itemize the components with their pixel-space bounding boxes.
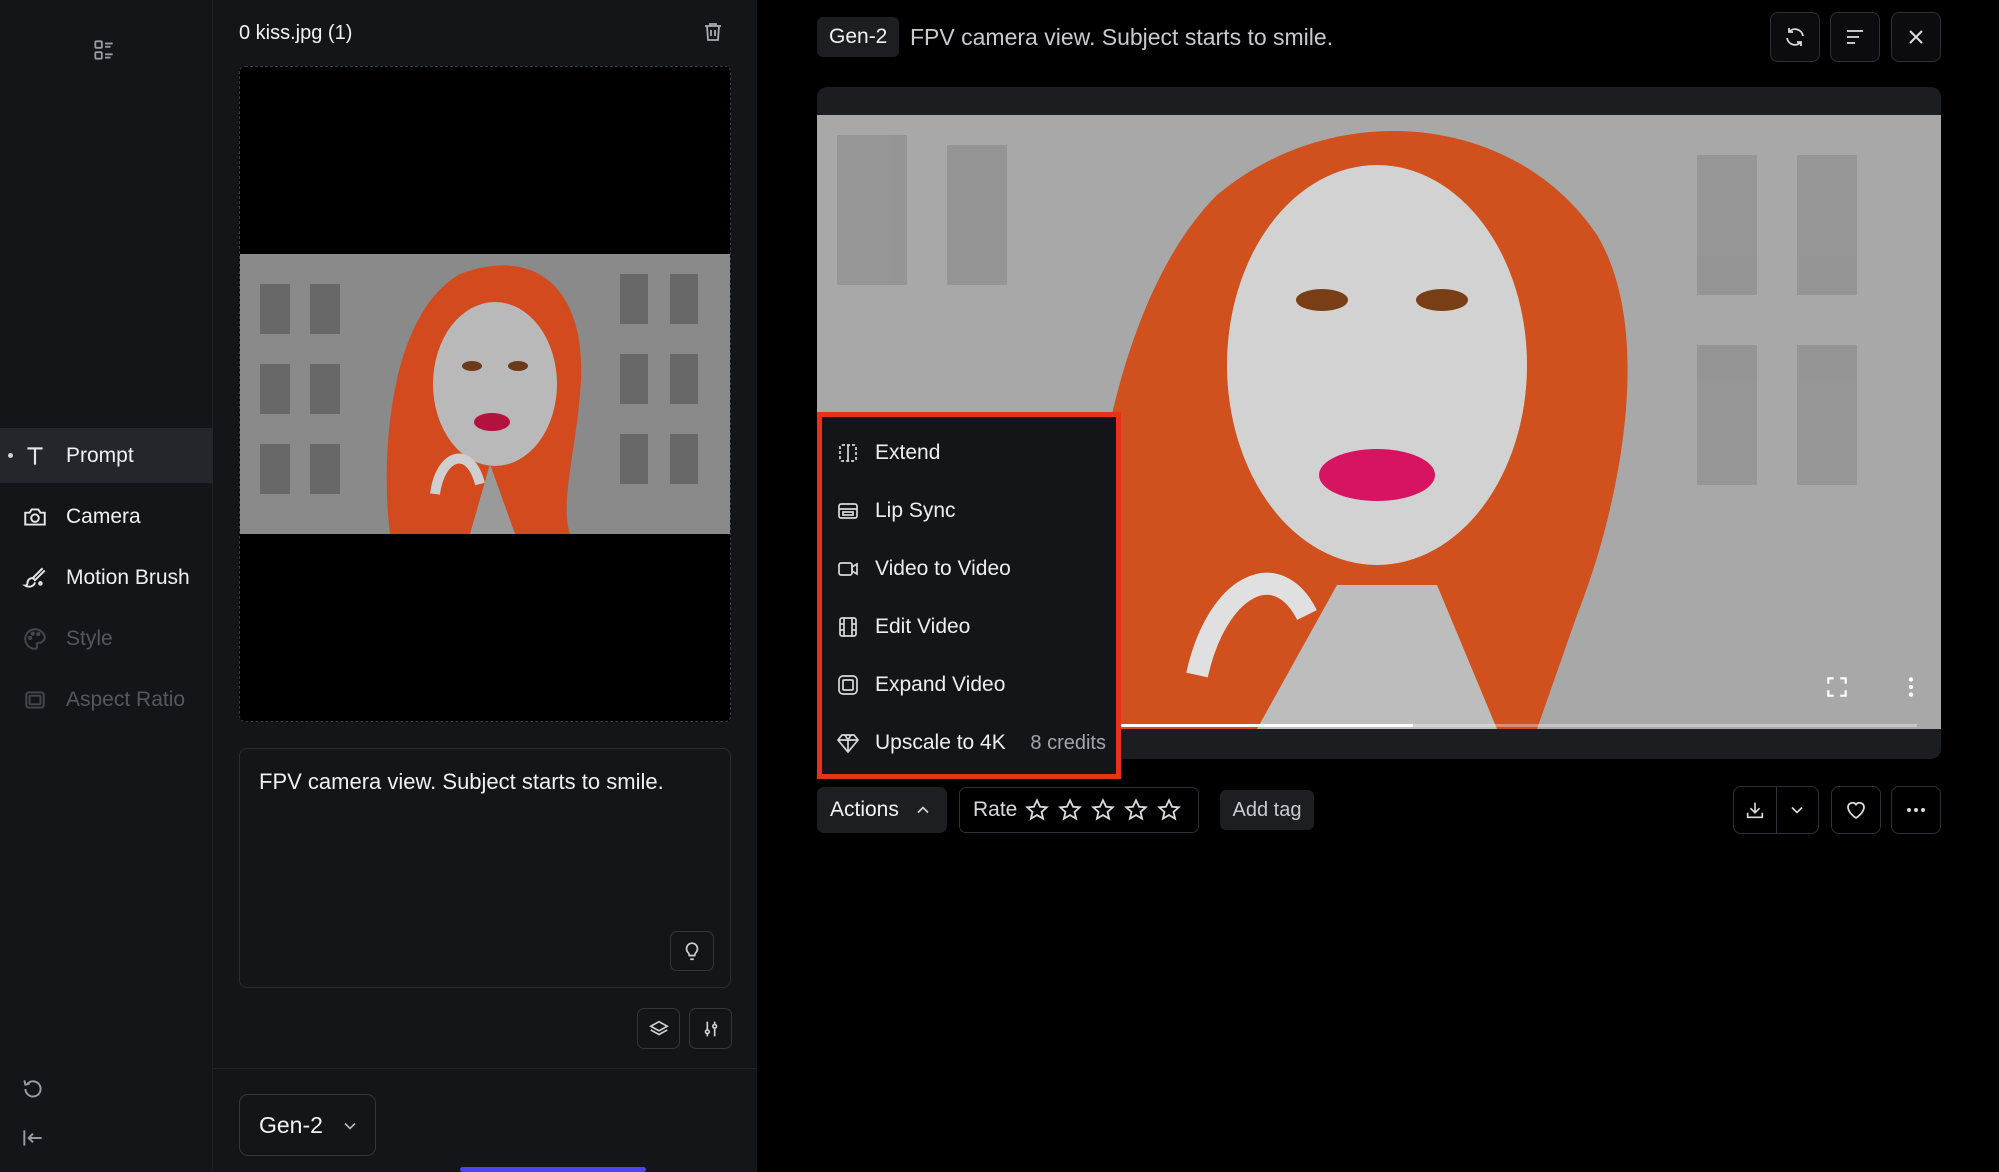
- menu-item-label: Video to Video: [875, 557, 1011, 580]
- model-select[interactable]: Gen-2: [239, 1094, 376, 1156]
- sidebar-item-label: Prompt: [66, 443, 134, 467]
- aspect-ratio-icon: [22, 687, 48, 713]
- layers-icon: [648, 1018, 670, 1040]
- actions-menu: Extend Lip Sync Video to Video Edit Vide…: [817, 412, 1121, 779]
- active-indicator: [8, 453, 13, 458]
- sidebar-item-label: Aspect Ratio: [66, 687, 186, 711]
- actions-label: Actions: [830, 798, 899, 821]
- menu-item-label: Extend: [875, 441, 941, 464]
- close-icon: [1904, 25, 1928, 49]
- star-icon[interactable]: [1090, 797, 1116, 823]
- actions-button[interactable]: Actions: [817, 787, 947, 833]
- sidebar-item-label: Motion Brush: [66, 565, 190, 589]
- menu-item-edit-video[interactable]: Edit Video: [836, 607, 1106, 647]
- layers-button[interactable]: [637, 1008, 680, 1049]
- chevron-up-icon: [913, 800, 933, 820]
- palette-icon: [22, 626, 48, 652]
- brush-icon: [22, 565, 48, 591]
- star-icon[interactable]: [1123, 797, 1149, 823]
- rate-label: Rate: [973, 798, 1018, 821]
- add-tag-button[interactable]: Add tag: [1220, 790, 1314, 830]
- lip-sync-icon: [836, 499, 860, 523]
- video-camera-icon: [836, 557, 860, 581]
- menu-item-label: Upscale to 4K: [875, 731, 1006, 754]
- model-select-value: Gen-2: [259, 1111, 323, 1138]
- sidebar-item-style[interactable]: Style: [0, 611, 213, 666]
- generate-button-edge[interactable]: [460, 1167, 646, 1172]
- lightbulb-icon: [681, 940, 703, 962]
- fullscreen-icon[interactable]: [1824, 674, 1850, 700]
- film-icon: [836, 615, 860, 639]
- sliders-icon: [700, 1018, 722, 1040]
- star-icon[interactable]: [1156, 797, 1182, 823]
- grid-list-icon[interactable]: [91, 37, 117, 63]
- menu-item-video-to-video[interactable]: Video to Video: [836, 549, 1106, 589]
- video-progress-fill: [1117, 724, 1413, 727]
- prompt-textarea[interactable]: FPV camera view. Subject starts to smile…: [239, 748, 731, 988]
- heart-icon: [1844, 798, 1868, 822]
- star-icon[interactable]: [1024, 797, 1050, 823]
- panel-divider: [213, 1068, 757, 1069]
- diamond-icon: [836, 731, 860, 755]
- regenerate-button[interactable]: [1770, 12, 1820, 62]
- sidebar-item-aspect-ratio[interactable]: Aspect Ratio: [0, 672, 213, 727]
- collapse-sidebar-icon[interactable]: [20, 1125, 46, 1151]
- more-options-button[interactable]: [1891, 786, 1941, 834]
- refresh-icon: [1783, 25, 1807, 49]
- trash-icon[interactable]: [701, 20, 725, 44]
- text-align-icon: [1843, 25, 1867, 49]
- download-options-button[interactable]: [1775, 787, 1818, 833]
- menu-item-extend[interactable]: Extend: [836, 433, 1106, 473]
- download-button[interactable]: [1734, 787, 1776, 833]
- close-button[interactable]: [1891, 12, 1941, 62]
- source-image: [240, 254, 730, 534]
- menu-item-label: Lip Sync: [875, 499, 956, 522]
- image-dropzone[interactable]: [239, 66, 731, 722]
- download-button-group: [1733, 786, 1819, 834]
- sidebar-item-camera[interactable]: Camera: [0, 489, 213, 544]
- file-name: 0 kiss.jpg (1): [239, 22, 353, 44]
- sidebar-item-motion-brush[interactable]: Motion Brush: [0, 550, 213, 605]
- menu-item-lip-sync[interactable]: Lip Sync: [836, 491, 1106, 531]
- model-badge: Gen-2: [817, 17, 900, 57]
- menu-item-upscale[interactable]: Upscale to 4K 8 credits: [836, 723, 1106, 763]
- settings-button[interactable]: [689, 1008, 732, 1049]
- left-sidebar: Prompt Camera Motion Brush Style Aspect …: [0, 0, 213, 1172]
- details-button[interactable]: [1830, 12, 1880, 62]
- expand-video-icon: [836, 673, 860, 697]
- text-icon: [22, 443, 48, 469]
- favorite-button[interactable]: [1831, 786, 1881, 834]
- chevron-down-icon: [1787, 800, 1807, 820]
- prompt-suggestion-button[interactable]: [670, 931, 714, 971]
- sidebar-item-label: Camera: [66, 504, 141, 528]
- menu-item-expand-video[interactable]: Expand Video: [836, 665, 1106, 705]
- prompt-text: FPV camera view. Subject starts to smile…: [259, 769, 664, 794]
- camera-icon: [22, 504, 48, 530]
- sidebar-item-prompt[interactable]: Prompt: [0, 428, 213, 483]
- download-icon: [1744, 799, 1766, 821]
- chevron-down-icon: [340, 1116, 360, 1136]
- video-progress-bar[interactable]: [1117, 724, 1917, 727]
- menu-item-label: Edit Video: [875, 615, 971, 638]
- prompt-panel: 0 kiss.jpg (1) FPV camera view. Subject …: [213, 0, 757, 1172]
- more-vertical-icon[interactable]: [1898, 674, 1924, 700]
- reset-icon[interactable]: [20, 1076, 46, 1102]
- sidebar-item-label: Style: [66, 626, 113, 650]
- more-horizontal-icon: [1904, 798, 1928, 822]
- star-icon[interactable]: [1057, 797, 1083, 823]
- generation-prompt: FPV camera view. Subject starts to smile…: [910, 24, 1334, 50]
- menu-item-label: Expand Video: [875, 673, 1006, 696]
- rating-widget: Rate: [959, 787, 1199, 833]
- credits-label: 8 credits: [1030, 731, 1106, 754]
- extend-icon: [836, 441, 860, 465]
